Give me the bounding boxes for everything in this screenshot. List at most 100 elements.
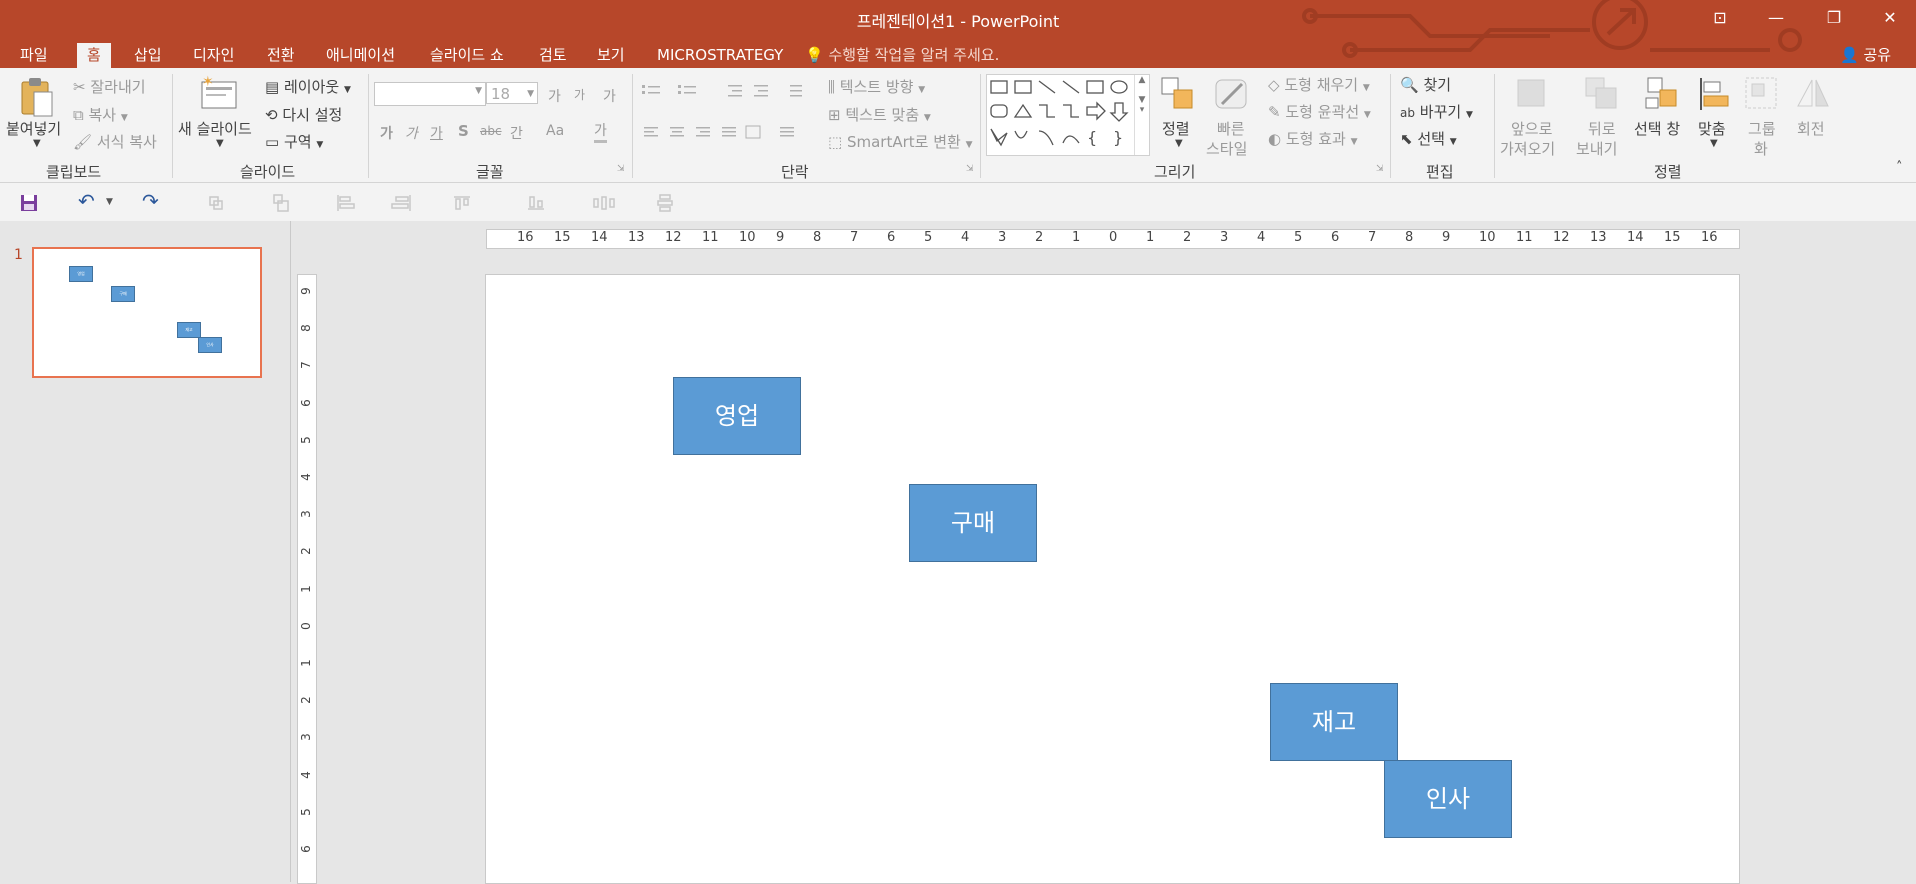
vertical-ruler[interactable]: 9 8 7 6 5 4 3 2 1 0 1 2 3 4 5 6 [297,274,317,884]
section-icon: ▭ [265,133,280,151]
increase-font-button[interactable]: 가 [548,86,561,106]
new-slide-button[interactable]: 새 슬라이드 [178,118,252,139]
alignment-buttons-icon [644,125,794,139]
rotate-button[interactable]: 회전 [1797,118,1825,139]
smartart-button[interactable]: ⬚ SmartArt로 변환 ▼ [828,131,973,152]
shape-purchasing[interactable]: 구매 [909,484,1037,562]
ruler-tick-label: 9 [1442,230,1451,245]
replace-button[interactable]: ab 바꾸기 ▼ [1400,101,1473,122]
char-spacing-button[interactable]: 간 [510,123,523,143]
tab-microstrategy[interactable]: MICROSTRATEGY [657,43,783,68]
tab-design[interactable]: 디자인 [193,43,234,68]
ruler-tick-label: 7 [1368,230,1377,245]
shape-inventory[interactable]: 재고 [1270,683,1398,761]
bring-forward-line1[interactable]: 앞으로 [1511,118,1552,139]
select-button[interactable]: ⬉ 선택 ▼ [1400,128,1457,149]
tab-animations[interactable]: 애니메이션 [326,43,395,68]
undo-icon[interactable]: ↶ [78,189,95,213]
underline-button[interactable]: 가 [430,123,443,143]
shape-effects-button[interactable]: ◐ 도형 효과 ▼ [1268,128,1358,149]
save-icon[interactable] [20,194,38,212]
align-dropdown-icon[interactable]: ▼ [1710,138,1718,149]
tell-me-box[interactable]: 💡 수행할 작업을 알려 주세요. [805,43,999,67]
shape-outline-button[interactable]: ✎ 도형 윤곽선 ▼ [1268,101,1371,122]
shape-gallery[interactable]: {} ▲ ▼ ▾ [986,74,1150,156]
text-direction-button[interactable]: ⫼ 텍스트 방향 ▼ [828,76,925,97]
ribbon-display-button[interactable]: ⊡ [1700,4,1740,32]
ruler-tick-label: 1 [1072,230,1081,245]
shape-fill-button[interactable]: ◇ 도형 채우기 ▼ [1268,74,1370,95]
tab-insert[interactable]: 삽입 [134,43,162,68]
find-button[interactable]: 🔍 찾기 [1400,74,1451,95]
format-painter-button[interactable]: 🖌 서식 복사 [73,131,157,152]
redo-icon[interactable]: ↷ [142,189,159,213]
close-button[interactable]: ✕ [1870,4,1910,32]
bold-button[interactable]: 가 [380,123,393,143]
font-color-button[interactable]: 가 [594,120,607,143]
paste-dropdown-icon[interactable]: ▼ [33,138,41,149]
slide-canvas[interactable]: 영업 구매 재고 인사 [485,274,1740,884]
tab-review[interactable]: 검토 [539,43,567,68]
horizontal-ruler[interactable]: 16 15 14 13 12 11 10 9 8 7 6 5 4 3 2 1 0 1 2 3 4 5 6 7 8 9 10 11 12 1… [486,229,1740,249]
svg-text:✶: ✶ [202,74,214,90]
layout-button[interactable]: ▤ 레이아웃 ▼ [265,76,351,97]
shadow-button[interactable]: S [458,122,469,140]
copy-button[interactable]: ⧉ 복사 ▼ [73,104,128,125]
tell-me-text: 수행할 작업을 알려 주세요. [828,46,1000,64]
quick-styles-line1[interactable]: 빠른 [1217,118,1245,139]
ruler-tick-label: 3 [298,510,313,519]
restore-button[interactable]: ❐ [1814,4,1854,32]
italic-button[interactable]: 가 [405,123,418,143]
group-line1[interactable]: 그룹 [1748,118,1776,139]
group-separator [632,74,633,178]
format-painter-label: 서식 복사 [96,133,157,151]
ruler-tick-label: 5 [298,807,313,816]
smartart-label: SmartArt로 변환 [846,133,961,151]
undo-dropdown-icon[interactable]: ▼ [106,197,113,207]
font-dialog-launcher-icon[interactable]: ⇲ [617,164,625,174]
copy-label: 복사 [88,106,117,124]
share-button[interactable]: 👤 공유 [1840,43,1891,67]
font-name-combo[interactable]: ▼ [374,82,486,106]
tab-file[interactable]: 파일 [20,43,48,68]
font-size-combo[interactable]: 18 ▼ [486,82,538,104]
ruler-tick-label: 14 [591,230,608,245]
send-backward-line1[interactable]: 뒤로 [1588,118,1616,139]
selection-pane-button[interactable]: 선택 창 [1634,118,1680,139]
shape-hr[interactable]: 인사 [1384,760,1512,838]
clear-format-button[interactable]: 가 [603,86,616,106]
slide-thumbnail[interactable]: 영업 구매 재고 인사 [32,247,262,378]
reset-button[interactable]: ⟲ 다시 설정 [265,104,342,125]
minimize-button[interactable]: — [1756,4,1796,32]
cut-button[interactable]: ✂ 잘라내기 [73,76,146,97]
ruler-tick-label: 4 [298,473,313,481]
strikethrough-button[interactable]: abc [480,124,502,138]
arrange-dropdown-icon[interactable]: ▼ [1175,138,1183,149]
decrease-font-button[interactable]: 가 [574,86,585,103]
align-text-button[interactable]: ⊞ 텍스트 맞춤 ▼ [828,104,931,125]
section-button[interactable]: ▭ 구역 ▼ [265,131,323,152]
bring-forward-line2[interactable]: 가져오기 [1500,138,1555,159]
group-label-slides: 슬라이드 [240,163,296,181]
cursor-icon: ⬉ [1400,130,1413,148]
quick-styles-line2[interactable]: 스타일 [1206,138,1247,159]
tab-transitions[interactable]: 전환 [267,43,295,68]
gallery-scroll[interactable]: ▲ ▼ ▾ [1134,75,1149,155]
ruler-tick-label: 0 [1109,230,1118,245]
align-button[interactable]: 맞춤 [1698,118,1726,139]
paragraph-dialog-launcher-icon[interactable]: ⇲ [966,164,974,174]
shape-sales[interactable]: 영업 [673,377,801,455]
group-line2[interactable]: 화 [1754,138,1768,159]
paste-button[interactable]: 붙여넣기 [6,118,61,139]
change-case-button[interactable]: Aa [546,123,564,139]
ruler-tick-label: 1 [1146,230,1155,245]
collapse-ribbon-icon[interactable]: ˄ [1896,160,1903,175]
tab-view[interactable]: 보기 [597,43,625,68]
new-slide-dropdown-icon[interactable]: ▼ [216,138,224,149]
ruler-tick-label: 5 [1294,230,1303,245]
tab-home[interactable]: 홈 [77,43,111,68]
send-backward-line2[interactable]: 보내기 [1576,138,1617,159]
tab-slideshow[interactable]: 슬라이드 쇼 [430,43,504,68]
drawing-dialog-launcher-icon[interactable]: ⇲ [1376,164,1384,174]
arrange-button[interactable]: 정렬 [1162,118,1190,139]
